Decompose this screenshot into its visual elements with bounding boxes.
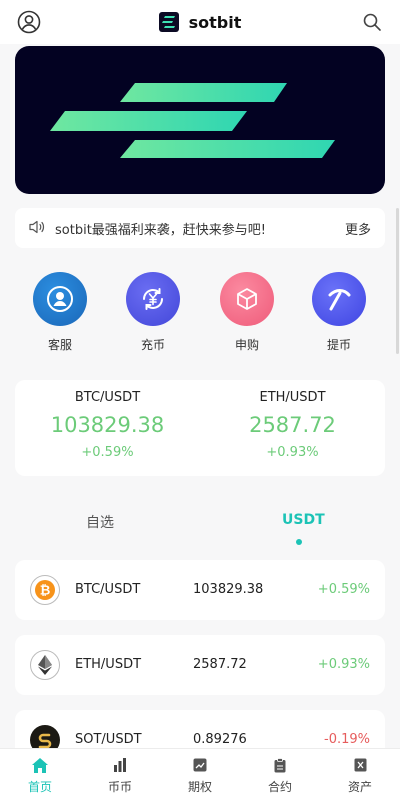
tabbar-label: 合约 <box>267 780 292 794</box>
bar-chart-icon <box>112 757 128 773</box>
ticker-eth[interactable]: ETH/USDT 2587.72 +0.93% <box>200 380 385 476</box>
quick-actions: 客服 充币 申购 提币 <box>0 272 400 352</box>
market-row-eth[interactable]: ETH/USDT 2587.72 +0.93% <box>15 635 385 695</box>
promo-banner[interactable] <box>15 46 385 194</box>
tabbar-item-contract[interactable]: 合约 <box>240 749 320 800</box>
tabbar-item-home[interactable]: 首页 <box>0 749 80 800</box>
market-price: 2587.72 <box>193 657 247 672</box>
market-tabs: 自选 USDT <box>0 512 400 548</box>
market-pair: ETH/USDT <box>75 657 142 672</box>
quick-action-deposit[interactable]: 充币 <box>113 272 193 353</box>
search-icon[interactable] <box>360 10 384 34</box>
ticker-card: BTC/USDT 103829.38 +0.59% ETH/USDT 2587.… <box>15 380 385 476</box>
user-icon[interactable] <box>17 10 41 34</box>
ticker-price: 2587.72 <box>249 413 336 437</box>
speaker-icon <box>29 219 45 238</box>
ticker-btc[interactable]: BTC/USDT 103829.38 +0.59% <box>15 380 200 476</box>
svg-text:₿: ₿ <box>40 584 51 599</box>
bitcoin-icon: ₿ <box>30 575 60 605</box>
tabbar-label: 币币 <box>107 780 132 794</box>
ethereum-icon <box>30 650 60 680</box>
deposit-icon <box>126 272 180 326</box>
quick-action-label: 充币 <box>140 338 165 352</box>
app-page: sotbit sotbit最强福利来袭，赶快来参与吧! 更多 客服 充币 申购 … <box>0 0 400 800</box>
brand: sotbit <box>158 12 242 32</box>
options-chart-icon <box>192 757 208 773</box>
subscribe-box-icon <box>220 272 274 326</box>
tabbar-label: 期权 <box>187 780 212 794</box>
notice-text: sotbit最强福利来袭，赶快来参与吧! <box>55 222 266 238</box>
withdraw-pickaxe-icon <box>312 272 366 326</box>
top-header: sotbit <box>0 0 400 44</box>
tab-favorites[interactable]: 自选 <box>86 512 114 532</box>
tabbar-item-options[interactable]: 期权 <box>160 749 240 800</box>
assets-wallet-icon <box>352 757 368 773</box>
tab-usdt[interactable]: USDT <box>282 512 325 528</box>
notice-bar[interactable]: sotbit最强福利来袭，赶快来参与吧! 更多 <box>15 208 385 248</box>
customer-service-icon <box>33 272 87 326</box>
ticker-pair: BTC/USDT <box>74 390 141 405</box>
more-link[interactable]: 更多 <box>345 219 371 238</box>
market-change: -0.19% <box>324 732 370 747</box>
active-tab-indicator <box>296 539 302 545</box>
quick-action-subscribe[interactable]: 申购 <box>207 272 287 353</box>
sotbit-logo-icon <box>158 12 179 32</box>
quick-action-label: 申购 <box>234 338 259 352</box>
home-icon <box>32 757 48 773</box>
banner-logo-stripes <box>50 83 335 158</box>
market-change: +0.93% <box>317 657 370 672</box>
contract-clipboard-icon <box>272 757 288 773</box>
bottom-tab-bar: 首页 币币 期权 合约 资产 <box>0 748 400 800</box>
market-price: 0.89276 <box>193 732 247 747</box>
quick-action-label: 客服 <box>47 338 72 352</box>
tabbar-label: 首页 <box>27 780 52 794</box>
market-change: +0.59% <box>317 582 370 597</box>
market-row-btc[interactable]: ₿ BTC/USDT 103829.38 +0.59% <box>15 560 385 620</box>
tabbar-item-spot[interactable]: 币币 <box>80 749 160 800</box>
quick-action-customer-service[interactable]: 客服 <box>20 272 100 353</box>
tabbar-label: 资产 <box>347 780 372 794</box>
quick-action-withdraw[interactable]: 提币 <box>299 272 379 353</box>
ticker-price: 103829.38 <box>50 413 165 437</box>
market-pair: BTC/USDT <box>75 582 141 597</box>
market-pair: SOT/USDT <box>75 732 142 747</box>
market-price: 103829.38 <box>193 582 264 597</box>
quick-action-label: 提币 <box>326 338 351 352</box>
ticker-change: +0.93% <box>266 445 319 460</box>
ticker-change: +0.59% <box>81 445 134 460</box>
app-title: sotbit <box>188 12 242 32</box>
tabbar-item-assets[interactable]: 资产 <box>320 749 400 800</box>
scrollbar[interactable] <box>396 208 399 354</box>
ticker-pair: ETH/USDT <box>259 390 326 405</box>
